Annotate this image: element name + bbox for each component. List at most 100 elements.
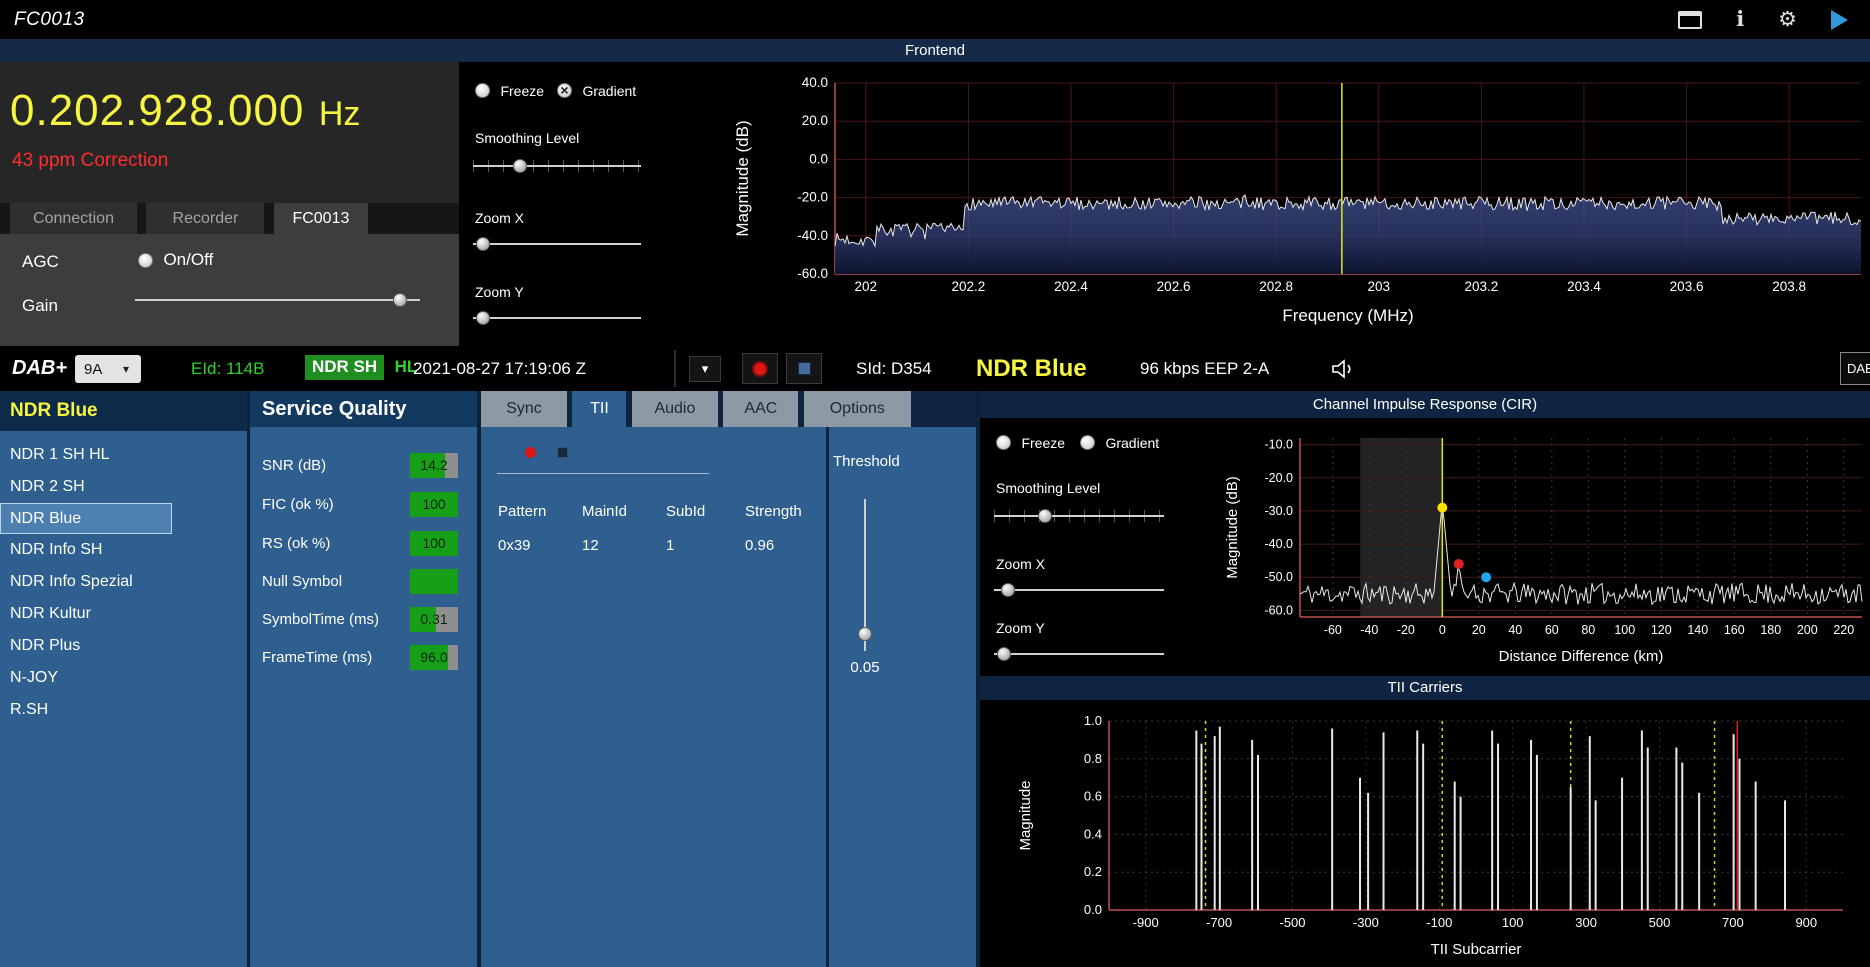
dab-toolbar: DAB+ 9A ▾ EId: 114B NDR SH HL 2021-08-27… — [0, 346, 1870, 391]
tab-fc0013[interactable]: FC0013 — [273, 203, 368, 234]
svg-text:0: 0 — [1439, 623, 1446, 637]
tab-connection[interactable]: Connection — [10, 203, 137, 234]
zoom-x-slider-knob[interactable] — [476, 237, 491, 251]
svg-text:-10.0: -10.0 — [1265, 438, 1294, 452]
svg-text:0.0: 0.0 — [1084, 902, 1102, 917]
agc-radio-icon[interactable] — [138, 252, 153, 268]
tuner-panel: 0.202.928.000 Hz 43 ppm Correction Conne… — [0, 62, 459, 346]
freeze-radio-icon[interactable] — [996, 435, 1011, 451]
application-window: FC0013 ℹ ⚙ Frontend 0.202.928.000 Hz 43 … — [0, 0, 1870, 967]
svg-text:700: 700 — [1722, 915, 1744, 930]
decoder-tabs: Sync TII Audio AAC Options — [481, 391, 976, 427]
freeze-radio-icon[interactable] — [475, 83, 490, 99]
quality-row: SNR (dB) 14.2 — [250, 453, 477, 478]
agc-toggle[interactable]: On/Off — [138, 250, 213, 270]
cir-freeze-toggle[interactable]: Freeze — [996, 434, 1065, 452]
tii-history-slider[interactable] — [497, 473, 709, 474]
service-list-header-label: NDR Blue — [10, 400, 98, 421]
cir-zoom-y-slider-knob[interactable] — [997, 647, 1012, 661]
tii-col-mainid: MainId — [582, 503, 628, 520]
zoom-y-label: Zoom Y — [475, 284, 524, 300]
zoom-x-slider[interactable] — [473, 236, 641, 252]
cir-zoom-x-slider[interactable] — [994, 582, 1164, 598]
ppm-correction: 43 ppm Correction — [12, 150, 169, 171]
smoothing-slider[interactable] — [473, 158, 641, 174]
service-item[interactable]: NDR Info SH — [0, 534, 247, 566]
tii-carriers-chart[interactable]: 1.0 0.8 0.6 0.4 0.2 0.0 -900 -700 -500 -300 -100 10… — [1000, 700, 1870, 960]
service-item[interactable]: N-JOY — [0, 662, 247, 694]
gain-slider-knob[interactable] — [393, 293, 408, 307]
tab-options[interactable]: Options — [803, 391, 911, 427]
zoom-y-slider-knob[interactable] — [476, 311, 491, 325]
tii-col-subid: SubId — [666, 503, 706, 520]
speaker-icon[interactable] — [1330, 357, 1358, 386]
cir-zoom-x-slider-knob[interactable] — [1000, 583, 1015, 597]
service-item[interactable]: NDR Kultur — [0, 598, 247, 630]
quality-value-badge: 100 — [410, 531, 458, 556]
smoothing-slider-knob[interactable] — [513, 159, 528, 173]
frontend-section-header: Frontend — [0, 39, 1870, 62]
channel-value: 9A — [84, 360, 103, 378]
service-item[interactable]: NDR Info Spezial — [0, 566, 247, 598]
service-item[interactable]: R.SH — [0, 694, 247, 726]
zoom-x-label: Zoom X — [996, 556, 1046, 572]
record-indicator-icon[interactable] — [525, 447, 536, 458]
svg-text:40: 40 — [1508, 623, 1522, 637]
svg-text:202.2: 202.2 — [951, 279, 985, 294]
record-button[interactable] — [742, 353, 778, 384]
smoothing-label: Smoothing Level — [996, 480, 1101, 496]
service-item[interactable]: NDR Plus — [0, 630, 247, 662]
freeze-toggle[interactable]: Freeze — [475, 82, 544, 100]
svg-text:-60.0: -60.0 — [1265, 603, 1294, 617]
cir-header-label: Channel Impulse Response (CIR) — [1312, 396, 1538, 413]
tab-audio[interactable]: Audio — [631, 391, 718, 427]
agc-label: AGC — [22, 252, 59, 271]
frontend-spectrum-chart[interactable]: 40.0 20.0 0.0 -20.0 -40.0 -60.0 202 202.2 202.4 2… — [700, 62, 1870, 346]
svg-text:-100: -100 — [1426, 915, 1452, 930]
service-item[interactable]: NDR 2 SH — [0, 471, 247, 503]
cir-gradient-toggle[interactable]: Gradient — [1080, 434, 1159, 452]
channel-select[interactable]: 9A ▾ — [75, 355, 141, 383]
service-item-selected[interactable]: NDR Blue — [0, 503, 172, 534]
svg-text:140: 140 — [1687, 623, 1708, 637]
cir-zoom-y-slider[interactable] — [994, 646, 1164, 662]
threshold-slider[interactable] — [857, 499, 873, 651]
record-options-dropdown[interactable]: ▾ — [689, 356, 721, 382]
gradient-radio-icon[interactable] — [557, 83, 572, 99]
stop-indicator-icon[interactable] — [557, 447, 568, 458]
tuner-tabs: Connection Recorder FC0013 — [0, 203, 459, 234]
quality-value-badge: 96.0 — [410, 645, 458, 670]
svg-text:0.0: 0.0 — [809, 151, 828, 166]
tab-tii[interactable]: TII — [572, 391, 627, 427]
chevron-down-icon: ▾ — [123, 362, 130, 376]
info-icon[interactable]: ℹ — [1736, 9, 1744, 30]
service-item[interactable]: NDR 1 SH HL — [0, 439, 247, 471]
svg-text:-20: -20 — [1397, 623, 1415, 637]
zoom-y-slider[interactable] — [473, 310, 641, 326]
frontend-title: Frontend — [904, 42, 966, 59]
gain-slider[interactable] — [135, 292, 420, 308]
tab-recorder[interactable]: Recorder — [146, 203, 265, 234]
slider-track — [473, 243, 641, 245]
tab-sync[interactable]: Sync — [481, 391, 567, 427]
cir-smoothing-slider[interactable] — [994, 508, 1164, 524]
svg-text:Magnitude (dB): Magnitude (dB) — [1225, 476, 1241, 579]
cir-chart[interactable]: -10.0 -20.0 -30.0 -40.0 -50.0 -60.0 -60 -40 -20 0… — [1224, 418, 1870, 676]
quality-value-badge — [410, 569, 458, 594]
window-restore-icon[interactable] — [1678, 10, 1703, 29]
tab-aac[interactable]: AAC — [723, 391, 799, 427]
threshold-slider-knob[interactable] — [858, 627, 872, 641]
settings-gear-icon[interactable]: ⚙ — [1778, 9, 1797, 30]
gradient-radio-icon[interactable] — [1080, 435, 1095, 451]
play-icon[interactable] — [1831, 9, 1848, 30]
slider-track — [994, 515, 1164, 517]
dab-indicator: DAB — [1840, 352, 1870, 385]
cir-smoothing-slider-knob[interactable] — [1038, 509, 1052, 523]
quality-value-badge: 100 — [410, 492, 458, 517]
stop-button[interactable] — [786, 353, 822, 384]
gradient-toggle[interactable]: Gradient — [557, 82, 636, 100]
svg-text:202.6: 202.6 — [1157, 279, 1191, 294]
svg-text:-50.0: -50.0 — [1265, 570, 1294, 584]
svg-text:-30.0: -30.0 — [1265, 504, 1294, 518]
svg-text:Frequency (MHz): Frequency (MHz) — [1282, 306, 1413, 325]
